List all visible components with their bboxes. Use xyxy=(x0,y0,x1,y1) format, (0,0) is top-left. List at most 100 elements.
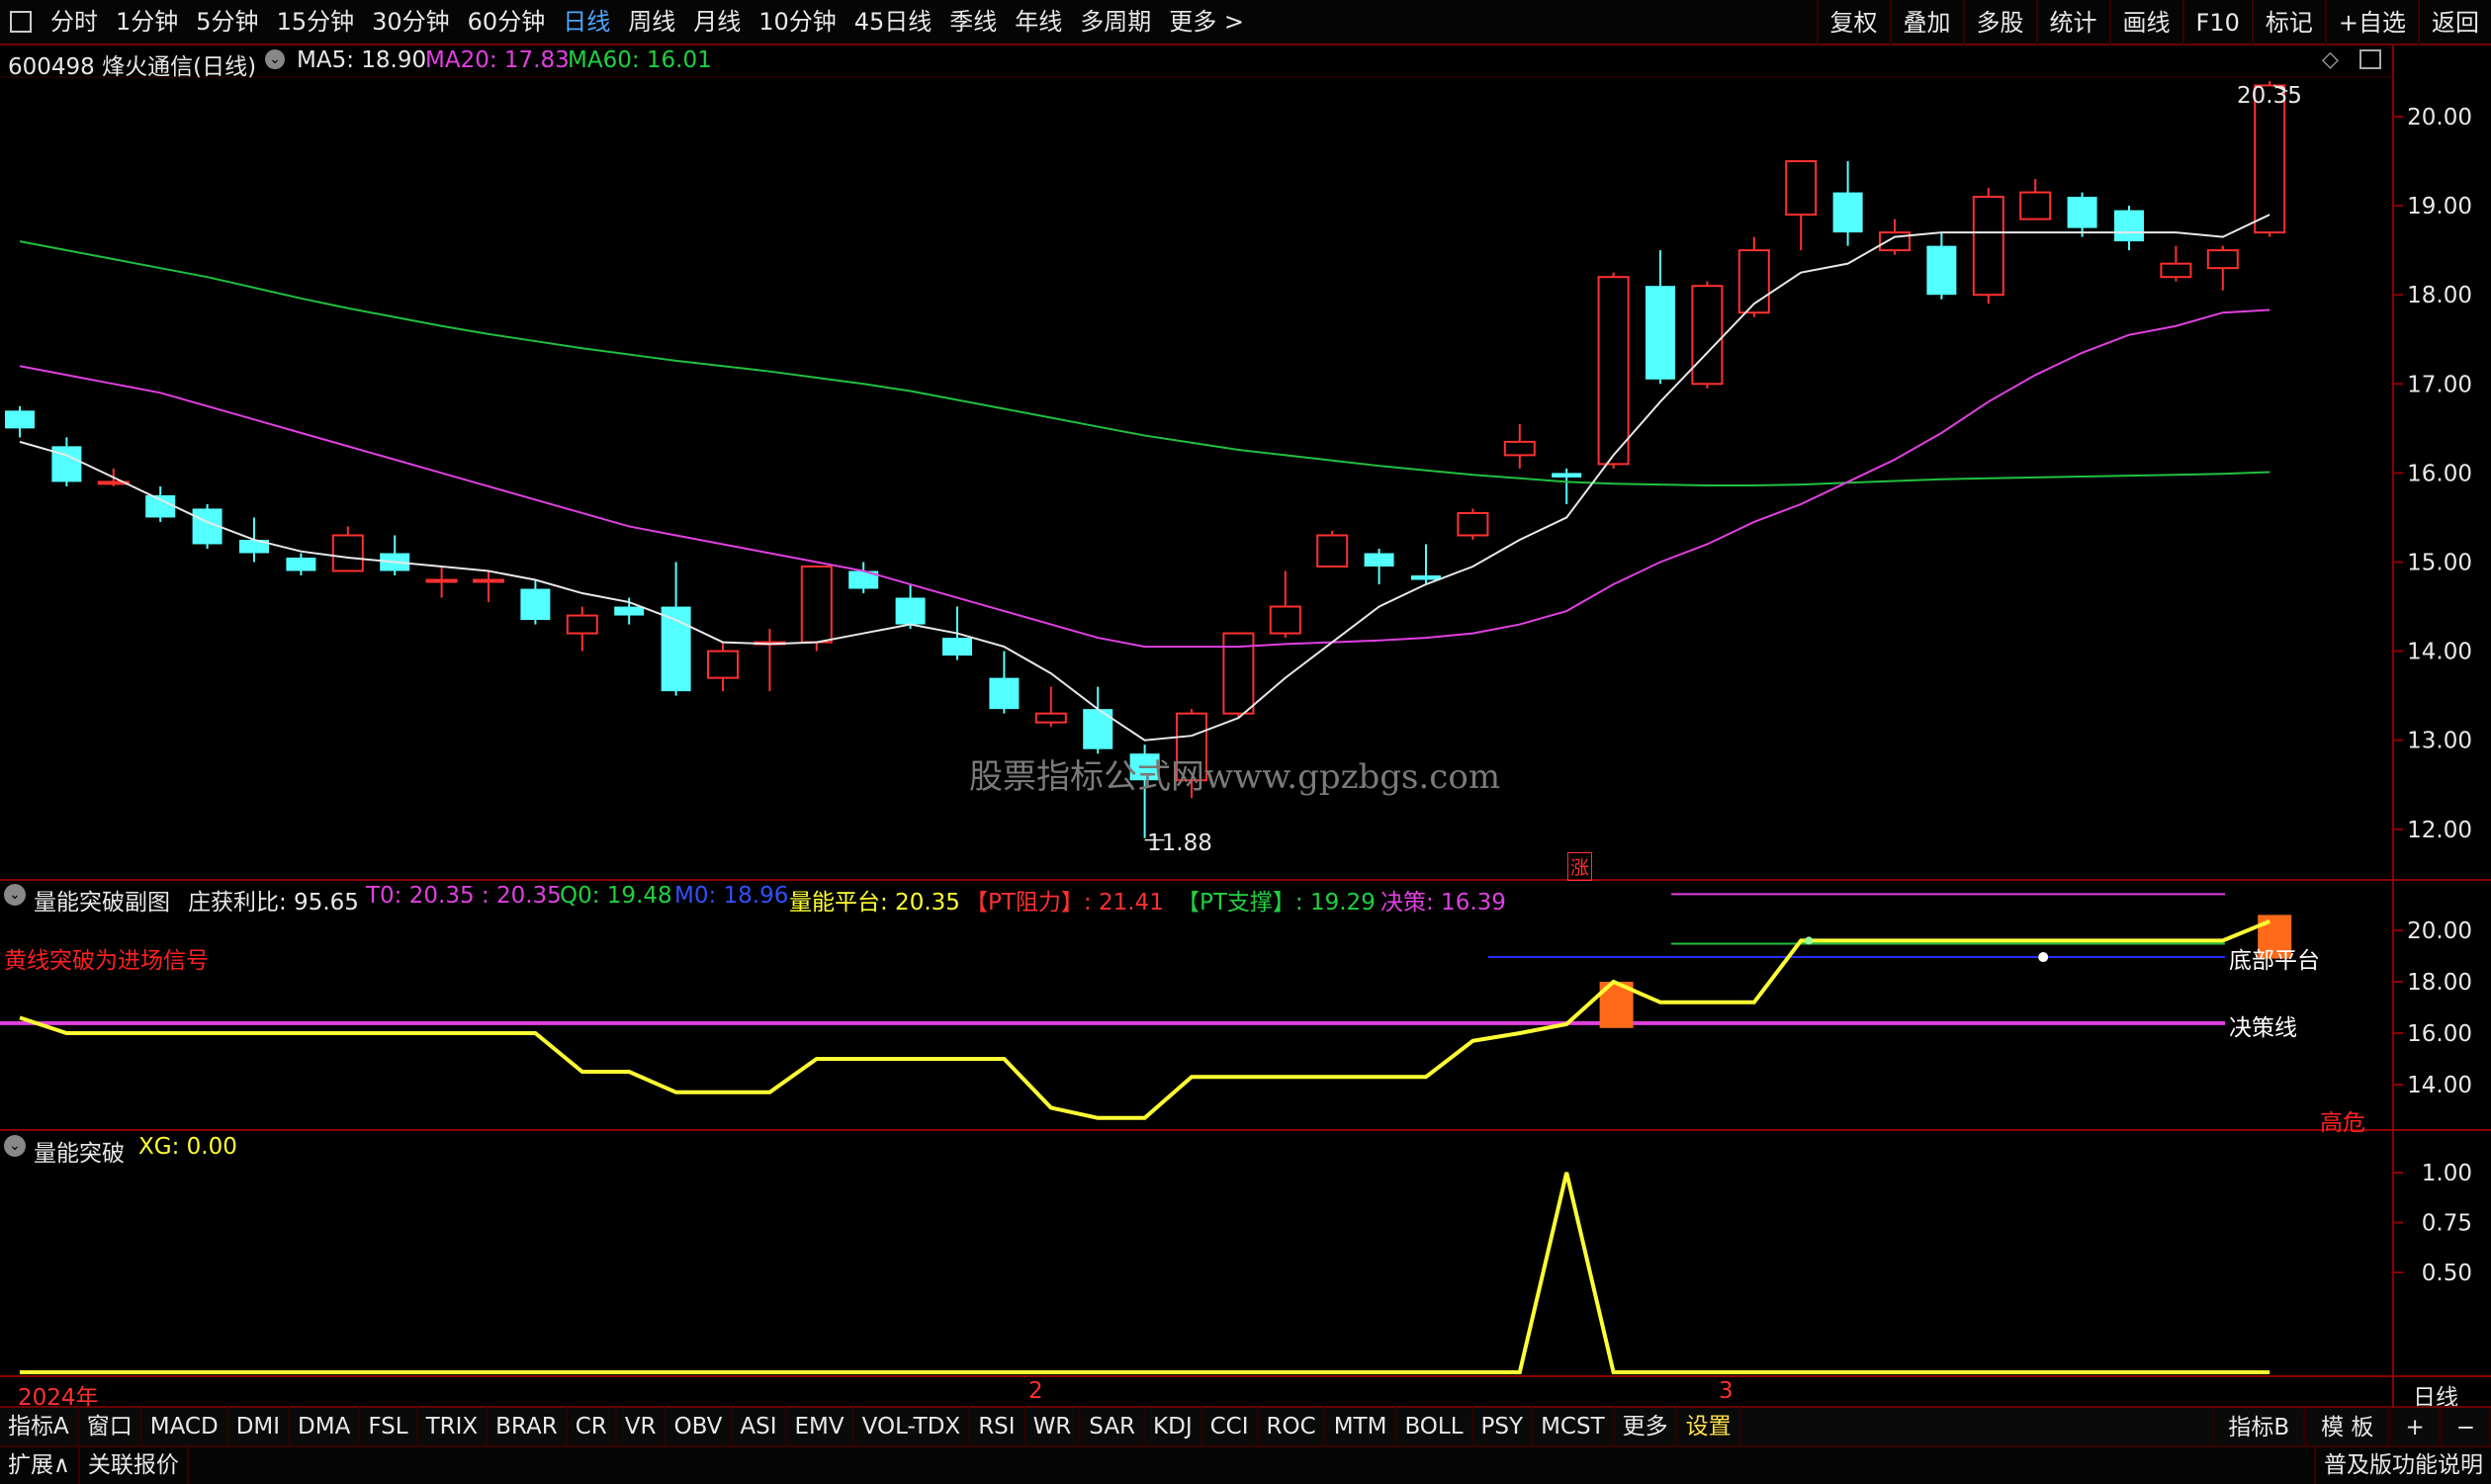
candle-body-up xyxy=(1785,160,1818,217)
indicator-tab[interactable]: SAR xyxy=(1081,1407,1146,1446)
sub1-axis-tick-label: 20.00 xyxy=(2407,918,2472,944)
status-button[interactable]: 关联报价 xyxy=(80,1447,189,1484)
candle-body-up xyxy=(473,578,504,583)
candle-body-up xyxy=(1597,276,1630,466)
indicator-tab[interactable]: RSI xyxy=(970,1407,1025,1446)
sub1-zhuanghuo: 庄获利比: 95.65 xyxy=(188,890,359,916)
settings-circle-icon[interactable]: ⌄ xyxy=(265,49,285,69)
candle-body-up xyxy=(1316,534,1349,568)
candle-body-up xyxy=(566,614,598,635)
indicator-bar: 指标A 窗口 MACD DMI DMA FSL TRIX BRAR CR VR OBV ASI EMV V… xyxy=(0,1406,2491,1447)
indicator-tab[interactable]: PSY xyxy=(1473,1407,1534,1446)
candle-body-down xyxy=(614,606,645,616)
sub1-axis-tick-label: 18.00 xyxy=(2407,970,2472,996)
indicator-tab[interactable]: EMV xyxy=(787,1407,854,1446)
price-axis-tick-label: 17.00 xyxy=(2407,372,2472,397)
candle-body-down xyxy=(1926,245,1957,296)
sub2-name: 量能突破 xyxy=(34,1141,125,1167)
indicator-tab[interactable]: BOLL xyxy=(1396,1407,1473,1446)
indicator-tab[interactable]: 窗口 xyxy=(79,1407,142,1446)
sub1-axis-tick-label: 14.00 xyxy=(2407,1073,2472,1098)
indicator-tab[interactable]: OBV xyxy=(666,1407,733,1446)
indicator-tab[interactable]: MACD xyxy=(142,1407,228,1446)
indicator-tab[interactable]: 更多 xyxy=(1615,1407,1678,1446)
sub2-axis-tick-label: 0.50 xyxy=(2422,1261,2472,1286)
sub1-t0: T0: 20.35 : 20.35 xyxy=(366,883,562,909)
candle-body-down xyxy=(1832,192,1863,233)
indicator-tab[interactable]: 设置 xyxy=(1678,1407,1741,1446)
candle-body-down xyxy=(520,588,551,621)
sub1-name: 量能突破副图 xyxy=(34,890,170,916)
indicator-tab[interactable]: DMA xyxy=(290,1407,361,1446)
indicator-tab[interactable]: ROC xyxy=(1259,1407,1326,1446)
candle-body-up xyxy=(1691,285,1724,386)
candle-body-up xyxy=(2160,262,2192,279)
indicator-right-button[interactable]: 指标B xyxy=(2212,1408,2306,1447)
m0-dot xyxy=(2038,952,2049,963)
candle-body-up xyxy=(331,534,364,572)
sub1-q0: Q0: 19.48 xyxy=(560,883,672,909)
candle-body-down xyxy=(2114,210,2144,242)
panel-toggle-icon[interactable] xyxy=(2359,49,2381,69)
indicator-right-button[interactable]: + xyxy=(2389,1408,2441,1447)
sub1-menu-icon[interactable]: ⌄ xyxy=(4,884,26,906)
sub2-menu-icon[interactable]: ⌄ xyxy=(4,1135,26,1157)
edition-info-link[interactable]: 普及版功能说明 xyxy=(2314,1447,2491,1484)
decision-line-label: 决策线 xyxy=(2229,1015,2297,1041)
candle-body-down xyxy=(1552,473,1582,478)
candle-body-up xyxy=(1034,712,1067,724)
candle-body-up xyxy=(2206,249,2239,270)
sub1-pt-support: 【PT支撑】: 19.29 xyxy=(1177,890,1376,916)
indicator-tab[interactable]: WR xyxy=(1025,1407,1082,1446)
indicator-tab[interactable]: TRIX xyxy=(418,1407,489,1446)
price-axis-tick-label: 12.00 xyxy=(2407,818,2472,843)
xg-line xyxy=(20,1172,2270,1374)
sub1-hint: 黄线突破为进场信号 xyxy=(4,948,209,974)
status-left: 扩展∧ 关联报价 xyxy=(0,1447,189,1484)
watermark: 股票指标公式网www.gpzbgs.com xyxy=(969,757,1501,797)
ma60-label: MA60: 16.01 xyxy=(568,47,712,73)
indicator-tab[interactable]: VOL-TDX xyxy=(854,1407,971,1446)
candle-body-up xyxy=(707,650,739,679)
chart-area[interactable]: 20.00 19.00 18.00 17.00 16.00 15.00 14.00 13.00… xyxy=(0,0,2491,1484)
diamond-icon[interactable]: ◇ xyxy=(2322,47,2339,72)
price-axis-tick-label: 16.00 xyxy=(2407,461,2472,486)
high-price-label: 20.35 xyxy=(2237,83,2302,109)
ma20-line xyxy=(19,308,2270,649)
price-axis-tick-label: 15.00 xyxy=(2407,551,2472,576)
indicator-tab[interactable]: VR xyxy=(617,1407,667,1446)
candle-body-up xyxy=(2019,191,2052,220)
indicator-tab[interactable]: BRAR xyxy=(488,1407,568,1446)
candle-body-down xyxy=(1364,553,1394,567)
indicator-right-button[interactable]: 模 板 xyxy=(2305,1408,2390,1447)
q0-dot xyxy=(1805,936,1814,945)
indicator-right-button[interactable]: − xyxy=(2440,1408,2491,1447)
indicator-tab[interactable]: ASI xyxy=(732,1407,787,1446)
candle-body-down xyxy=(895,597,926,625)
indicator-tab[interactable]: DMI xyxy=(228,1407,291,1446)
sub1-m0: M0: 18.96 xyxy=(674,883,789,909)
price-axis-tick-label: 14.00 xyxy=(2407,640,2472,665)
indicator-tab[interactable]: MTM xyxy=(1326,1407,1397,1446)
status-bar: 扩展∧ 关联报价 普及版功能说明 xyxy=(0,1445,2491,1484)
sub1-platform: 量能平台: 20.35 xyxy=(789,890,960,916)
indicator-tab[interactable]: FSL xyxy=(360,1407,418,1446)
ma5-label: MA5: 18.90 xyxy=(297,47,427,73)
sub1-pt-resist: 【PT阻力】: 21.41 xyxy=(965,890,1164,916)
indicator-tab[interactable]: MCST xyxy=(1533,1407,1615,1446)
indicator-tab[interactable]: CCI xyxy=(1202,1407,1259,1446)
candle-body-down xyxy=(145,494,176,518)
stock-title: 600498 烽火通信(日线) xyxy=(8,54,257,80)
bottom-platform-label: 底部平台 xyxy=(2229,948,2320,974)
indicator-tab[interactable]: CR xyxy=(568,1407,617,1446)
indicator-tab[interactable]: KDJ xyxy=(1145,1407,1202,1446)
candle-body-down xyxy=(2067,197,2097,228)
status-button[interactable]: 扩展∧ xyxy=(0,1447,80,1484)
candle-body-down xyxy=(286,557,316,571)
candle-body-up xyxy=(1503,440,1536,457)
sub2-xg: XG: 0.00 xyxy=(138,1134,237,1160)
indicator-tab[interactable]: 指标A xyxy=(0,1407,79,1446)
ma20-label: MA20: 17.83 xyxy=(425,47,570,73)
low-price-label: 11.88 xyxy=(1147,830,1212,856)
candle-body-down xyxy=(1411,575,1441,580)
